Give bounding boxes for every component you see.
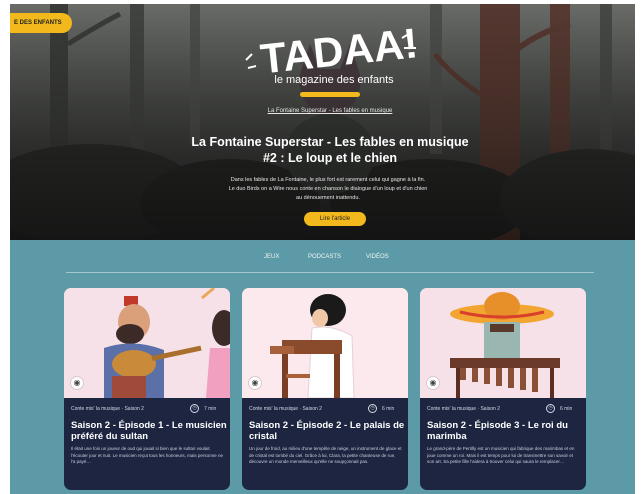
article-title: La Fontaine Superstar - Les fables en mu… [191,135,469,165]
tab-podcasts[interactable]: PODCASTS [308,254,341,260]
microphone-icon: ◉ [70,376,84,390]
card-description: Un jour de froid, au milieu d'une tempêt… [249,446,402,464]
card-title[interactable]: Saison 2 - Épisode 2 - Le palais de cris… [249,420,405,442]
card-category: Conte mis' la musique · Saison 2 [71,406,144,412]
episode-card[interactable]: ◉ Conte mis' la musique · Saison 2 ◷ 7 m… [64,288,230,490]
tab-jeux[interactable]: JEUX [264,254,279,260]
card-illustration: ◉ [420,288,586,398]
hero-banner: E DES ENFANTS TADAA! le magazine des enf… [10,4,635,240]
clock-icon: ◷ [368,404,377,413]
svg-text:TADAA!: TADAA! [258,20,420,80]
read-article-button[interactable]: Lire l'article [304,212,366,226]
card-title[interactable]: Saison 2 - Épisode 1 - Le musicien préfé… [71,420,227,442]
breadcrumb-link[interactable]: La Fontaine Superstar - Les fables en mu… [210,108,450,114]
card-description: Le grand-père de Pertilly est un musicie… [427,446,575,464]
card-illustration: ◉ [64,288,230,398]
clock-icon: ◷ [190,404,199,413]
magazine-badge[interactable]: E DES ENFANTS [10,13,72,33]
card-description: Il était une fois un joueur de oud qui j… [71,446,223,464]
logo-underline [300,92,360,97]
card-category: Conte mis' la musique · Saison 2 [249,406,322,412]
article-description: Dans les fables de La Fontaine, le plus … [228,177,428,201]
tadaa-logo[interactable]: TADAA! [242,20,422,80]
card-duration: 7 min [204,406,217,412]
card-info: Conte mis' la musique · Saison 2 ◷ 7 min… [64,398,230,490]
card-duration: 6 min [382,406,395,412]
microphone-icon: ◉ [248,376,262,390]
logo-tagline: le magazine des enfants [274,74,394,86]
card-illustration: ◉ [242,288,408,398]
category-tabs: JEUX PODCASTS VIDÉOS [10,254,635,266]
episode-card[interactable]: ◉ Conte mis' la musique · Saison 2 ◷ 6 m… [420,288,586,490]
clock-icon: ◷ [546,404,555,413]
card-info: Conte mis' la musique · Saison 2 ◷ 6 min… [242,398,408,490]
card-title[interactable]: Saison 2 - Épisode 3 - Le roi du marimba [427,420,583,442]
page: E DES ENFANTS TADAA! le magazine des enf… [0,0,643,494]
card-duration: 6 min [560,406,573,412]
tabs-divider [66,272,594,273]
card-category: Conte mis' la musique · Saison 2 [427,406,500,412]
microphone-icon: ◉ [426,376,440,390]
tab-videos[interactable]: VIDÉOS [366,254,389,260]
episode-card[interactable]: ◉ Conte mis' la musique · Saison 2 ◷ 6 m… [242,288,408,490]
content-section: JEUX PODCASTS VIDÉOS ◉ Conte mis' la mus… [10,240,635,494]
card-info: Conte mis' la musique · Saison 2 ◷ 6 min… [420,398,586,490]
